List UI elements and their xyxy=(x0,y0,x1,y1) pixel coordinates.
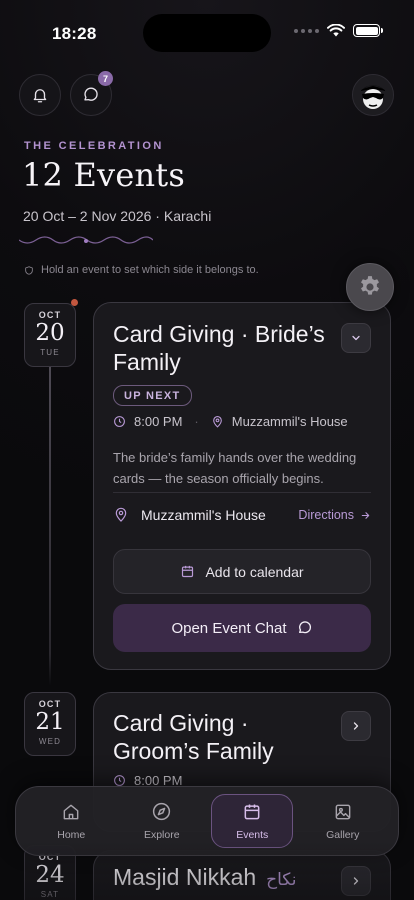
card-divider xyxy=(113,492,371,493)
wifi-icon xyxy=(327,24,345,37)
add-to-calendar-label: Add to calendar xyxy=(205,563,304,580)
event-card[interactable]: Masjid Nikkah نکاح xyxy=(93,850,391,900)
map-pin-icon xyxy=(212,415,222,428)
dynamic-island xyxy=(143,14,271,52)
event-date-chip: OCT 20 TUE xyxy=(24,303,76,367)
expand-button[interactable] xyxy=(341,866,371,896)
date-day: 24 xyxy=(35,862,65,888)
tab-label: Explore xyxy=(143,829,180,841)
messages-button[interactable]: 7 xyxy=(70,71,113,116)
expand-button[interactable] xyxy=(341,711,371,741)
chevron-right-icon xyxy=(353,722,359,730)
date-month: OCT xyxy=(38,699,62,709)
event-venue: Muzzammil's House xyxy=(231,414,348,429)
bell-icon xyxy=(33,89,47,103)
collapse-button[interactable] xyxy=(341,323,371,353)
settings-fab[interactable] xyxy=(346,263,394,311)
calendar-icon xyxy=(244,804,260,819)
hold-hint: Hold an event to set which side it belon… xyxy=(24,264,259,276)
battery-icon xyxy=(353,24,383,37)
up-next-badge: UP NEXT xyxy=(113,385,192,406)
event-date-range: 20 Oct – 2 Nov 2026 · Karachi xyxy=(23,208,212,224)
notifications-button[interactable] xyxy=(19,74,61,116)
tab-label: Events xyxy=(236,828,269,841)
directions-label: Directions xyxy=(298,508,354,522)
hint-text: Hold an event to set which side it belon… xyxy=(41,264,259,276)
open-event-chat-label: Open Event Chat xyxy=(171,619,287,637)
event-description: The bride’s family hands over the weddin… xyxy=(113,450,357,486)
chat-bubble-icon xyxy=(298,621,311,634)
location-row: Muzzammil's House Directions xyxy=(113,504,371,526)
status-icons xyxy=(294,24,383,37)
clock-icon xyxy=(114,416,125,427)
date-weekday: SAT xyxy=(40,890,60,899)
open-event-chat-button[interactable]: Open Event Chat xyxy=(113,604,371,652)
ornamental-divider xyxy=(19,236,153,244)
unread-count-badge: 7 xyxy=(98,71,113,86)
event-title: Card Giving · Bride’s Family xyxy=(113,320,325,376)
chevron-right-icon xyxy=(353,877,359,885)
add-to-calendar-button[interactable]: Add to calendar xyxy=(113,549,371,594)
event-meta: 8:00 PM · Muzzammil's House xyxy=(113,414,348,429)
date-day: 21 xyxy=(35,709,65,735)
shield-icon xyxy=(25,265,33,275)
timeline-line xyxy=(49,366,51,686)
avatar-sunglasses-icon xyxy=(353,75,393,115)
event-title-line-1: Card Giving · xyxy=(113,710,249,736)
event-title-urdu: نکاح xyxy=(266,870,297,890)
events-screen: 18:28 7 THE CELEBRATION 12 Events 20 Oct… xyxy=(0,0,414,900)
home-icon xyxy=(63,804,79,819)
event-card[interactable]: Card Giving · Bride’s Family UP NEXT 8:0… xyxy=(93,302,391,670)
arrow-right-icon xyxy=(361,511,370,519)
event-date-chip: OCT 21 WED xyxy=(24,692,76,756)
event-title-line-2: Family xyxy=(113,349,181,375)
map-pin-icon xyxy=(115,507,127,522)
chevron-down-icon xyxy=(352,335,360,341)
event-title-line-1: Card Giving · Bride’s xyxy=(113,321,325,347)
calendar-icon xyxy=(182,565,194,578)
event-title-line-2: Groom’s Family xyxy=(113,738,274,764)
event-time: 8:00 PM xyxy=(134,414,183,429)
tab-home[interactable]: Home xyxy=(30,794,112,848)
date-day: 20 xyxy=(35,320,65,346)
compass-icon xyxy=(153,802,171,821)
event-title: Card Giving · Groom’s Family xyxy=(113,709,274,765)
bottom-tab-bar: Home Explore Events Gallery xyxy=(15,786,399,856)
directions-link[interactable]: Directions xyxy=(298,508,371,522)
profile-avatar[interactable] xyxy=(352,74,394,116)
location-name: Muzzammil's House xyxy=(141,507,266,523)
gear-icon xyxy=(361,276,379,295)
status-time: 18:28 xyxy=(52,24,97,43)
meta-separator: · xyxy=(194,414,199,429)
date-month: OCT xyxy=(38,310,62,320)
tab-gallery[interactable]: Gallery xyxy=(302,794,384,848)
section-eyebrow: THE CELEBRATION xyxy=(24,140,164,152)
date-weekday: TUE xyxy=(40,348,60,357)
tab-events[interactable]: Events xyxy=(211,794,294,848)
event-title-line-1: Masjid Nikkah xyxy=(113,864,257,890)
tab-label: Gallery xyxy=(326,828,360,841)
image-icon xyxy=(335,804,351,819)
event-title: Masjid Nikkah نکاح xyxy=(113,863,296,894)
date-weekday: WED xyxy=(38,737,62,746)
chat-bubble-icon xyxy=(84,87,98,101)
event-status-dot xyxy=(71,299,78,306)
page-title: 12 Events xyxy=(22,156,185,194)
tab-explore[interactable]: Explore xyxy=(121,794,203,848)
cellular-signal-icon xyxy=(294,28,319,33)
tab-label: Home xyxy=(57,828,86,841)
